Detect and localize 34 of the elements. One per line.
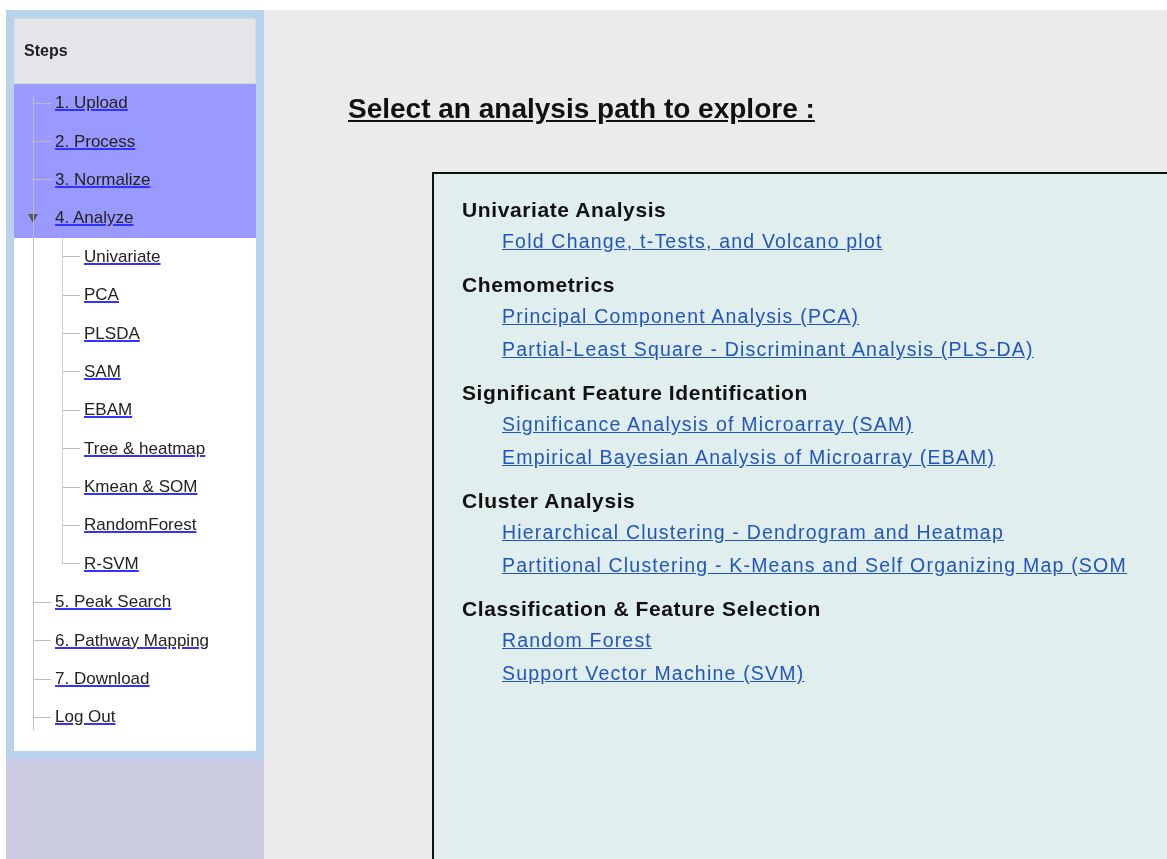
page-heading: Select an analysis path to explore : [348,93,815,125]
analysis-link[interactable]: Significance Analysis of Microarray (SAM) [502,413,914,435]
section-title: Univariate Analysis [462,198,667,222]
substep-link[interactable]: EBAM [80,400,133,421]
analysis-link[interactable]: Partial-Least Square - Discriminant Analysis (PLS-DA) [502,338,1034,360]
substep-link[interactable]: SAM [80,361,121,382]
substep-link[interactable]: Tree & heatmap [80,438,206,459]
substep-link[interactable]: RandomForest [80,515,197,536]
step-link[interactable]: 6. Pathway Mapping [51,630,210,651]
analysis-link[interactable]: Empirical Bayesian Analysis of Microarray (EBAM) [502,446,996,468]
substep-link[interactable]: Kmean & SOM [80,477,198,498]
substep-link[interactable]: R-SVM [80,553,139,574]
step-link[interactable]: 2. Process [51,131,136,152]
substep-link[interactable]: PCA [80,285,119,306]
section-title: Classification & Feature Selection [462,597,821,621]
step-link[interactable]: 3. Normalize [51,169,151,190]
analysis-link[interactable]: Principal Component Analysis (PCA) [502,305,860,327]
step-link[interactable]: Log Out [51,707,116,728]
analysis-link[interactable]: Support Vector Machine (SVM) [502,662,805,684]
step-link[interactable]: 7. Download [51,669,150,690]
panel-title: Steps [24,42,68,60]
step-link[interactable]: 5. Peak Search [51,592,172,613]
section-title: Cluster Analysis [462,489,636,513]
step-link[interactable]: 1. Upload [51,93,128,114]
substep-link[interactable]: PLSDA [80,323,140,344]
analysis-link[interactable]: Partitional Clustering - K-Means and Self Organizing Map (SOM [502,554,1127,576]
analysis-link[interactable]: Random Forest [502,629,652,651]
analysis-link[interactable]: Hierarchical Clustering - Dendrogram and Heatmap [502,521,1004,543]
step-link[interactable]: 4. Analyze [51,208,134,229]
section-title: Chemometrics [462,273,616,297]
substep-link[interactable]: Univariate [80,246,161,267]
analysis-link[interactable]: Fold Change, t-Tests, and Volcano plot [502,230,883,252]
collapse-arrow-icon[interactable] [28,213,38,223]
section-title: Significant Feature Identification [462,381,808,405]
